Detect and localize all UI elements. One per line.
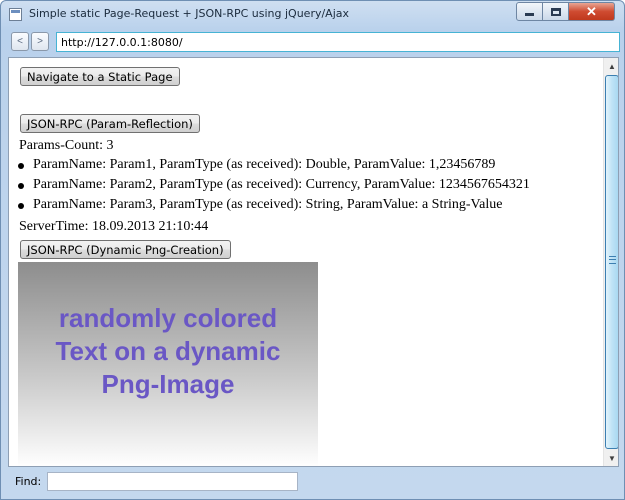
scroll-thumb[interactable] [605,75,618,449]
param-list: ParamName: Param1, ParamType (as receive… [13,156,530,216]
scroll-down-icon[interactable]: ▼ [604,450,618,466]
address-bar: < > [8,31,620,54]
find-label: Find: [15,475,42,488]
title-bar[interactable]: Simple static Page-Request + JSON-RPC us… [1,1,624,28]
png-text-line: Text on a dynamic [55,336,281,366]
find-bar: Find: [8,470,619,494]
maximize-icon [550,7,561,16]
json-rpc-param-reflection-button[interactable]: JSON-RPC (Param-Reflection) [20,114,200,133]
json-rpc-dynamic-png-button[interactable]: JSON-RPC (Dynamic Png-Creation) [20,240,231,259]
server-time: ServerTime: 18.09.2013 21:10:44 [19,219,209,234]
minimize-button[interactable] [516,2,543,21]
minimize-icon [525,13,534,16]
scroll-up-icon[interactable]: ▲ [604,58,618,74]
param-item: ParamName: Param2, ParamType (as receive… [13,176,530,196]
navigate-static-page-button[interactable]: Navigate to a Static Page [20,67,180,86]
forward-arrow-icon: > [37,36,43,47]
params-count: Params-Count: 3 [19,138,114,153]
back-button[interactable]: < [11,32,29,51]
dynamic-png-image: randomly colored Text on a dynamic Png-I… [18,262,318,466]
close-button[interactable]: ✕ [569,2,615,21]
page-viewport: Navigate to a Static Page JSON-RPC (Para… [8,57,619,467]
png-text-line: randomly colored [58,303,278,333]
find-input[interactable] [47,472,298,491]
forward-button[interactable]: > [31,32,49,51]
param-item: ParamName: Param1, ParamType (as receive… [13,156,530,176]
close-icon: ✕ [586,3,597,19]
back-arrow-icon: < [17,36,23,47]
param-item: ParamName: Param3, ParamType (as receive… [13,196,530,216]
page-content: Navigate to a Static Page JSON-RPC (Para… [9,58,602,466]
maximize-button[interactable] [543,2,569,21]
window-title: Simple static Page-Request + JSON-RPC us… [29,7,350,20]
browser-window: Simple static Page-Request + JSON-RPC us… [0,0,625,500]
png-text-line: Png-Image [101,369,235,399]
vertical-scrollbar[interactable]: ▲ ▼ [603,58,618,466]
app-window-icon [9,8,22,21]
grip-icon [609,256,616,264]
url-input[interactable] [56,32,620,52]
